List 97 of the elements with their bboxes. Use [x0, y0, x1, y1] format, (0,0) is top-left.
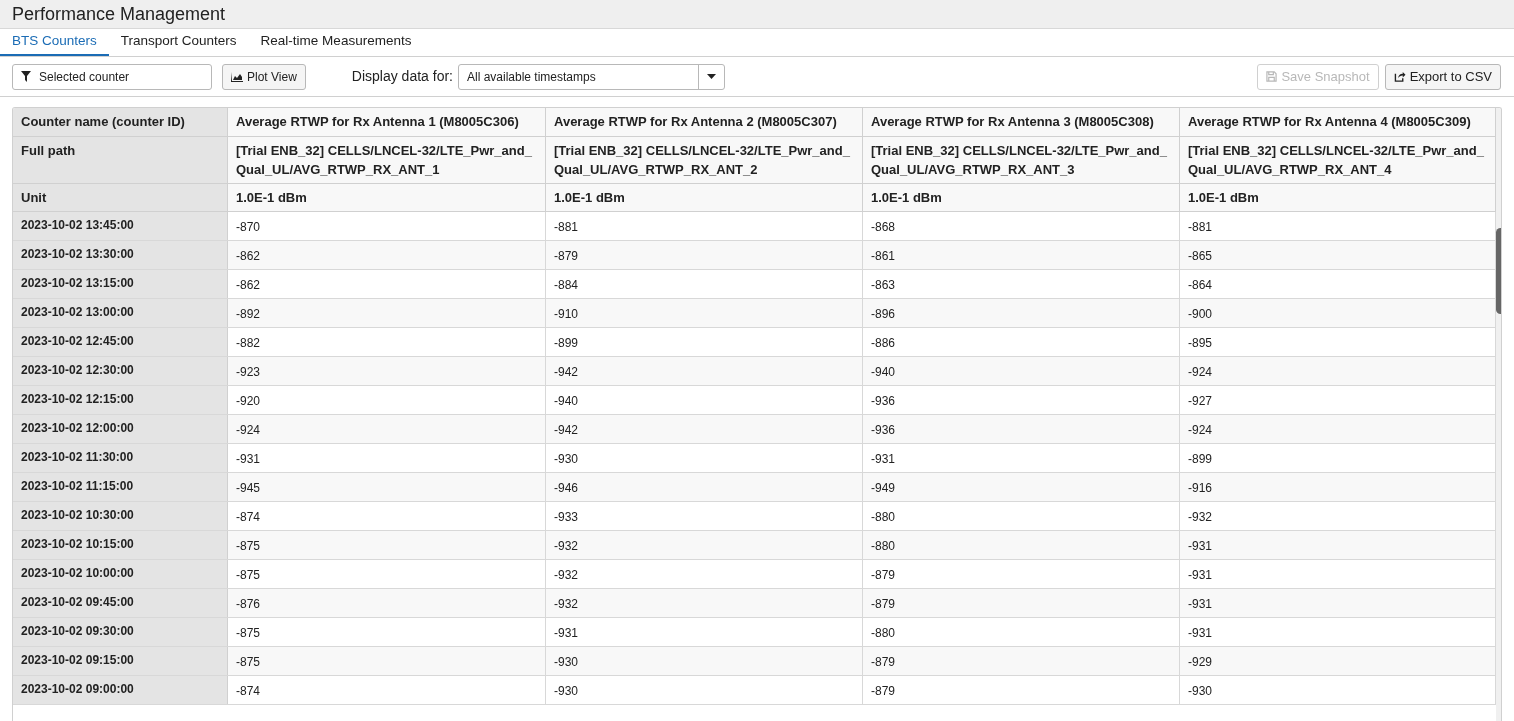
table-cell: -884 — [546, 270, 863, 298]
table-cell: -920 — [228, 386, 546, 414]
header-cell: 1.0E-1 dBm — [546, 183, 863, 211]
table-cell: -942 — [546, 357, 863, 385]
table-cell: -879 — [863, 647, 1180, 675]
table-cell: -931 — [546, 618, 863, 646]
timestamp-cell: 2023-10-02 09:15:00 — [13, 647, 228, 675]
table-cell: -875 — [228, 531, 546, 559]
table-cell: -936 — [863, 415, 1180, 443]
table-cell: -881 — [546, 212, 863, 240]
table-cell: -862 — [228, 241, 546, 269]
header-cell: [Trial ENB_32] CELLS/LNCEL-32/LTE_Pwr_and_Qual_UL/AVG_RTWP_RX_ANT_2 — [546, 136, 863, 183]
header-cell: [Trial ENB_32] CELLS/LNCEL-32/LTE_Pwr_and_Qual_UL/AVG_RTWP_RX_ANT_4 — [1180, 136, 1496, 183]
timestamp-cell: 2023-10-02 12:00:00 — [13, 415, 228, 443]
table-cell: -892 — [228, 299, 546, 327]
table-cell: -876 — [228, 589, 546, 617]
row-header-cell: Unit — [13, 183, 228, 211]
filter-value: Selected counter — [39, 68, 130, 86]
header-cell: Average RTWP for Rx Antenna 2 (M8005C307) — [546, 108, 863, 136]
table-cell: -880 — [863, 618, 1180, 646]
table-cell: -868 — [863, 212, 1180, 240]
header-cell: [Trial ENB_32] CELLS/LNCEL-32/LTE_Pwr_and_Qual_UL/AVG_RTWP_RX_ANT_3 — [863, 136, 1180, 183]
table-cell: -930 — [546, 444, 863, 472]
plot-view-button[interactable]: Plot View — [222, 63, 306, 90]
table-cell: -940 — [863, 357, 1180, 385]
timestamp-cell: 2023-10-02 10:30:00 — [13, 502, 228, 530]
table-cell: -863 — [863, 270, 1180, 298]
export-button[interactable]: Export to CSV — [1384, 63, 1501, 90]
table-cell: -945 — [228, 473, 546, 501]
table-cell: -933 — [546, 502, 863, 530]
header-cell: 1.0E-1 dBm — [1180, 183, 1496, 211]
table-cell: -875 — [228, 560, 546, 588]
table-cell: -932 — [546, 531, 863, 559]
table-cell: -932 — [546, 560, 863, 588]
table-cell: -931 — [863, 444, 1180, 472]
table-cell: -896 — [863, 299, 1180, 327]
timestamp-cell: 2023-10-02 09:30:00 — [13, 618, 228, 646]
table-cell: -886 — [863, 328, 1180, 356]
header-cell: 1.0E-1 dBm — [863, 183, 1180, 211]
timestamp-cell: 2023-10-02 13:15:00 — [13, 270, 228, 298]
table-cell: -931 — [228, 444, 546, 472]
table-cell: -862 — [228, 270, 546, 298]
tab[interactable]: Real-time Measurements — [248, 29, 424, 56]
table-cell: -875 — [228, 618, 546, 646]
header-cell: [Trial ENB_32] CELLS/LNCEL-32/LTE_Pwr_and_Qual_UL/AVG_RTWP_RX_ANT_1 — [228, 136, 546, 183]
table-cell: -936 — [863, 386, 1180, 414]
table-cell: -930 — [546, 676, 863, 704]
filter-field[interactable]: Selected counter — [12, 63, 212, 90]
caret-icon — [707, 74, 716, 79]
table-cell: -875 — [228, 647, 546, 675]
table-cell: -949 — [863, 473, 1180, 501]
table-cell: -874 — [228, 676, 546, 704]
share-icon — [1393, 71, 1406, 82]
select-value: All available timestamps — [466, 68, 597, 86]
timestamp-cell: 2023-10-02 13:00:00 — [13, 299, 228, 327]
table-cell: -880 — [863, 531, 1180, 559]
row-header-cell: Full path — [13, 136, 228, 183]
table-cell: -942 — [546, 415, 863, 443]
table-cell: -879 — [863, 589, 1180, 617]
table-cell: -880 — [863, 502, 1180, 530]
row-header-cell: Counter name (counter ID) — [13, 108, 228, 136]
header-cell: Average RTWP for Rx Antenna 4 (M8005C309) — [1180, 108, 1496, 136]
table-cell: -879 — [863, 676, 1180, 704]
timestamp-cell: 2023-10-02 11:30:00 — [13, 444, 228, 472]
header-cell: Average RTWP for Rx Antenna 1 (M8005C306) — [228, 108, 546, 136]
filter-icon — [21, 71, 31, 82]
timestamp-cell: 2023-10-02 12:30:00 — [13, 357, 228, 385]
timestamp-cell: 2023-10-02 09:45:00 — [13, 589, 228, 617]
table-cell: -882 — [228, 328, 546, 356]
table-cell: -879 — [546, 241, 863, 269]
timestamp-cell: 2023-10-02 13:30:00 — [13, 241, 228, 269]
timestamp-select[interactable]: All available timestamps — [458, 63, 725, 90]
table-cell: -930 — [546, 647, 863, 675]
timestamp-cell: 2023-10-02 10:15:00 — [13, 531, 228, 559]
timestamp-cell: 2023-10-02 12:15:00 — [13, 386, 228, 414]
table-cell: -923 — [228, 357, 546, 385]
table-cell: -910 — [546, 299, 863, 327]
timestamp-cell: 2023-10-02 12:45:00 — [13, 328, 228, 356]
tab[interactable]: Transport Counters — [108, 29, 249, 56]
header-cell: 1.0E-1 dBm — [228, 183, 546, 211]
table-cell: -899 — [546, 328, 863, 356]
timestamp-cell: 2023-10-02 13:45:00 — [13, 212, 228, 240]
table-cell: -932 — [546, 589, 863, 617]
timestamp-cell: 2023-10-02 11:15:00 — [13, 473, 228, 501]
table-cell: -870 — [228, 212, 546, 240]
table-cell: -874 — [228, 502, 546, 530]
table-cell: -940 — [546, 386, 863, 414]
table-cell: -924 — [228, 415, 546, 443]
timestamp-cell: 2023-10-02 09:00:00 — [13, 676, 228, 704]
window-title: Performance Management — [12, 2, 226, 26]
table-cell: -879 — [863, 560, 1180, 588]
display-label: Display data for: — [351, 67, 453, 86]
table-cell: -861 — [863, 241, 1180, 269]
tab[interactable]: BTS Counters — [0, 29, 109, 56]
timestamp-cell: 2023-10-02 10:00:00 — [13, 560, 228, 588]
header-cell: Average RTWP for Rx Antenna 3 (M8005C308) — [863, 108, 1180, 136]
table-cell: -946 — [546, 473, 863, 501]
